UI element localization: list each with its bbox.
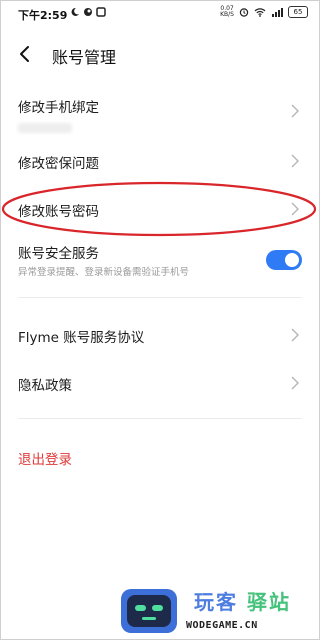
status-right: 0.07 KB/S 65 [220, 6, 308, 18]
menu-item-label: 修改密保问题 [18, 156, 99, 172]
notification-icon [84, 8, 92, 16]
status-icons-left [70, 7, 106, 17]
security-service-label: 账号安全服务 [18, 246, 99, 262]
moon-icon [71, 7, 79, 16]
chevron-right-icon [291, 154, 299, 168]
menu-item-label: 修改手机绑定 [18, 100, 99, 116]
link-label: 隐私政策 [18, 378, 72, 394]
chevron-right-icon [291, 376, 299, 390]
chevron-left-icon[interactable] [14, 42, 38, 66]
toggle-knob [285, 253, 299, 267]
battery-icon: 65 [288, 6, 308, 18]
wifi-icon [254, 8, 266, 17]
watermark-logo-icon [121, 589, 177, 633]
signal-icon [272, 8, 283, 17]
watermark-brand-a: 玩客 [194, 590, 238, 614]
chevron-right-icon [291, 328, 299, 342]
net-speed: 0.07 KB/S [220, 6, 234, 18]
blurred-phone-number [18, 123, 72, 133]
menu-item-security-question[interactable]: 修改密保问题 [0, 140, 320, 184]
alarm-icon [239, 8, 249, 17]
logout-button[interactable]: 退出登录 [18, 448, 72, 468]
divider [18, 418, 302, 419]
link-privacy-policy[interactable]: 隐私政策 [0, 362, 320, 406]
watermark-brand-b: 驿站 [246, 590, 291, 614]
chevron-right-icon [291, 104, 299, 118]
page-title: 账号管理 [52, 48, 117, 67]
status-bar: 下午2:59 0.07 KB/S 65 [0, 0, 320, 26]
net-speed-unit: KB/S [220, 11, 234, 18]
watermark-domain: WODEGAME.CN [186, 620, 258, 631]
link-label: Flyme 账号服务协议 [18, 330, 145, 346]
security-service-description: 异常登录提醒、登录新设备需验证手机号 [18, 267, 190, 278]
divider [18, 297, 302, 298]
status-time: 下午2:59 [18, 9, 68, 22]
header: 账号管理 [0, 34, 320, 74]
annotation-ellipse [1, 181, 317, 237]
link-service-agreement[interactable]: Flyme 账号服务协议 [0, 314, 320, 358]
watermark-brand: 玩客 驿站 [194, 586, 291, 615]
square-icon [96, 7, 106, 17]
security-service-toggle[interactable] [266, 250, 302, 270]
